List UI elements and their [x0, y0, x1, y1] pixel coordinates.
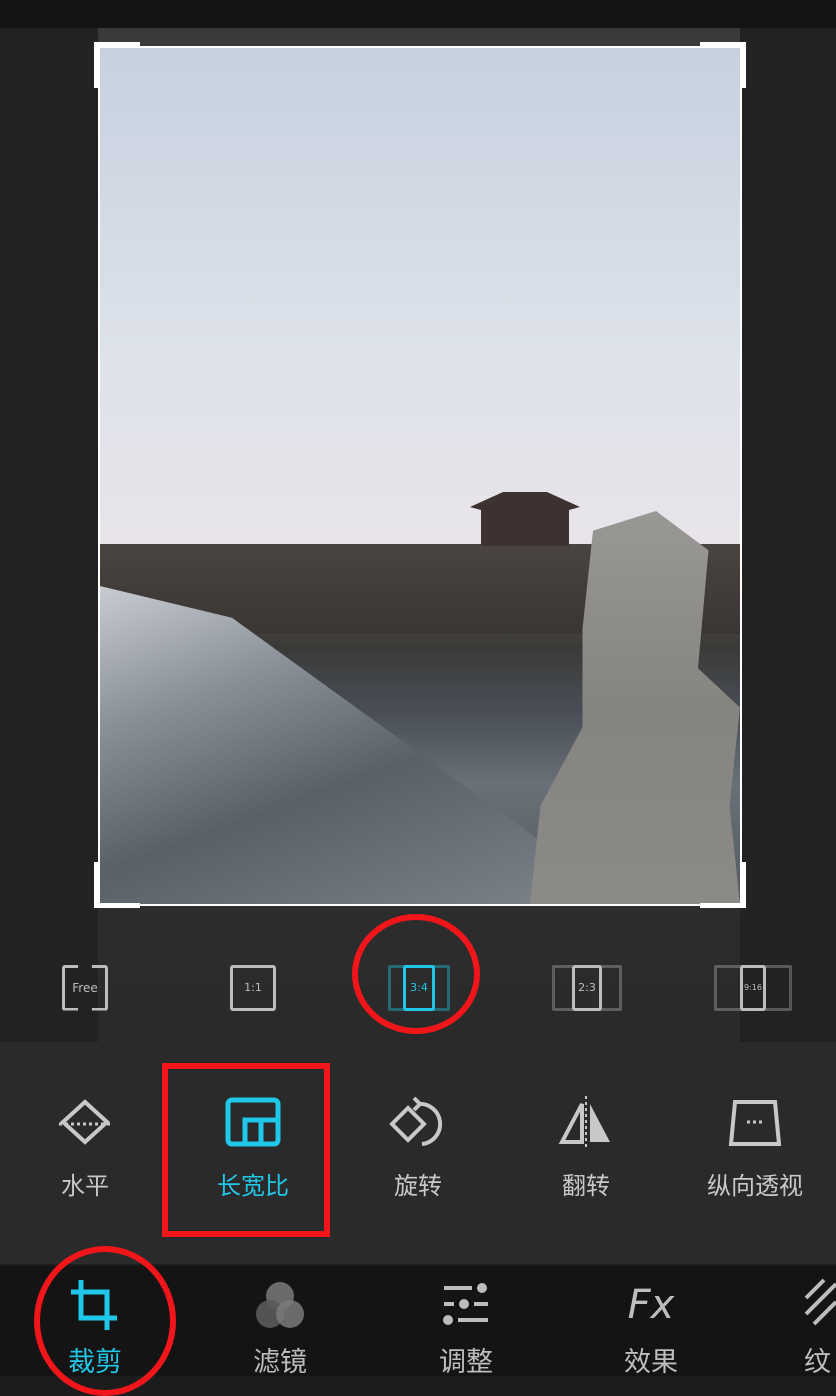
tool-flip[interactable]: 翻转	[521, 1092, 651, 1201]
rotate-icon	[389, 1096, 443, 1146]
nav-adjust[interactable]: 调整	[401, 1278, 531, 1379]
crop-handle-bottom-left[interactable]	[94, 862, 140, 908]
nav-filter[interactable]: 滤镜	[215, 1278, 345, 1379]
ratio-9-16-button[interactable]: 9:16	[708, 950, 798, 1025]
crop-handle-top-right[interactable]	[700, 42, 746, 88]
texture-icon	[804, 1278, 836, 1326]
fx-icon: Fx	[627, 1282, 675, 1328]
crop-handle-bottom-right[interactable]	[700, 862, 746, 908]
highlight-rect-aspect-ratio	[162, 1063, 330, 1237]
ratio-free-button[interactable]: Free	[40, 950, 130, 1025]
highlight-circle-crop	[34, 1246, 176, 1396]
adjust-icon	[443, 1283, 488, 1325]
filter-icon	[256, 1282, 304, 1328]
flip-icon	[558, 1096, 610, 1148]
straighten-icon	[59, 1099, 111, 1145]
vertical-perspective-icon	[728, 1100, 782, 1146]
tool-rotate[interactable]: 旋转	[353, 1092, 483, 1201]
crop-tools-panel: 水平 长宽比 旋转 翻转 纵向透视	[0, 1042, 836, 1264]
highlight-circle-3-4	[352, 914, 480, 1034]
tool-vertical-perspective[interactable]: 纵向透视	[690, 1092, 820, 1201]
tool-straighten[interactable]: 水平	[20, 1092, 150, 1201]
crop-handle-top-left[interactable]	[94, 42, 140, 88]
nav-texture[interactable]: 纹	[772, 1278, 836, 1379]
free-crop-icon: Free	[62, 964, 108, 1011]
status-bar	[0, 0, 836, 28]
ratio-2-3-button[interactable]: 2:3	[542, 950, 632, 1025]
ratio-1-1-icon: 1:1	[230, 964, 276, 1011]
ratio-9-16-icon: 9:16	[740, 964, 766, 1011]
crop-frame[interactable]	[98, 46, 742, 906]
nav-effects[interactable]: Fx 效果	[586, 1278, 716, 1379]
ratio-1-1-button[interactable]: 1:1	[208, 950, 298, 1025]
ratio-2-3-icon: 2:3	[572, 964, 602, 1011]
